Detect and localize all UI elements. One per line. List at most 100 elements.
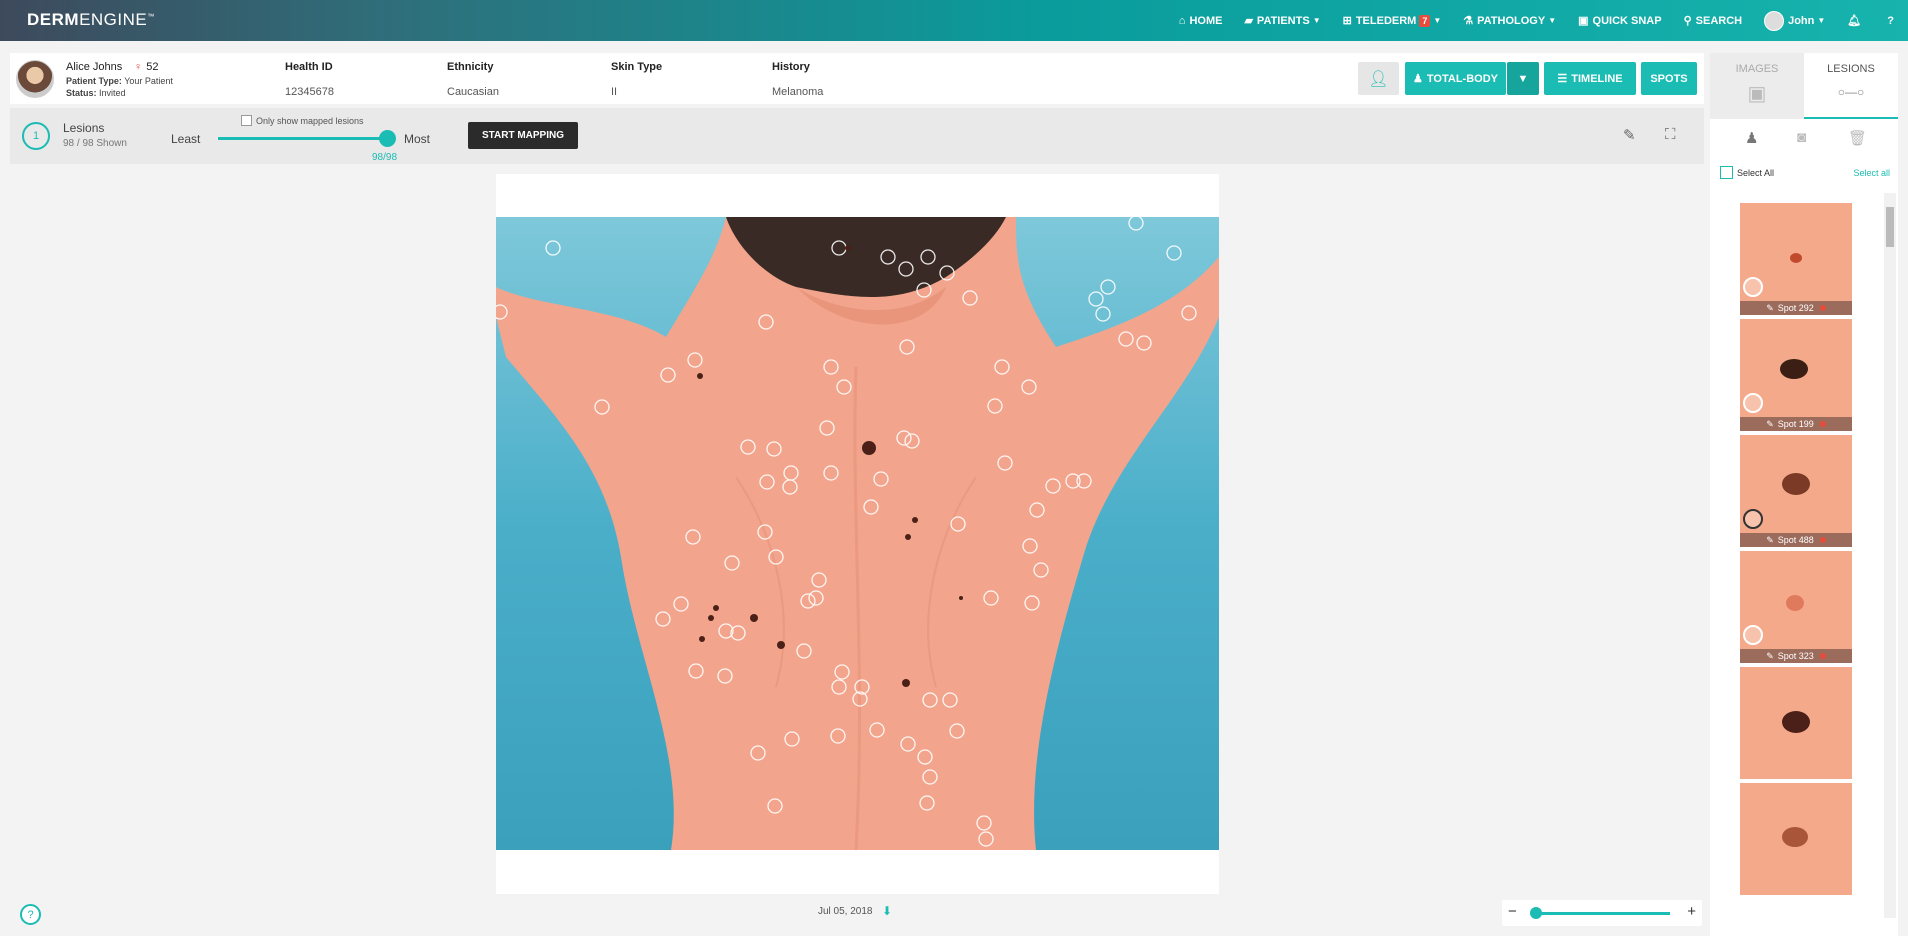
patient-profile-button[interactable]: 👤︎ — [1358, 62, 1399, 95]
lesion-toolbar: 1 Lesions 98 / 98 Shown Only show mapped… — [10, 108, 1704, 164]
app-logo[interactable]: DERMENGINE™ — [27, 10, 155, 30]
body-illustration — [496, 217, 1219, 850]
slider-value: 98/98 — [372, 152, 398, 163]
camera-icon[interactable]: ◙ — [1797, 129, 1806, 146]
top-navbar: DERMENGINE™ ⌂ HOME ▰ PATIENTS ▼ ⊞ TELEDERM 7 ▼… — [0, 0, 1908, 41]
download-icon[interactable]: ⬇ — [882, 904, 892, 918]
bell-icon: 🔔︎ — [1847, 15, 1862, 27]
image-date: Jul 05, 2018 — [818, 906, 873, 917]
chevron-down-icon: ▼ — [1517, 72, 1529, 85]
home-icon: ⌂ — [1178, 14, 1186, 27]
slider-most-label: Most — [404, 132, 431, 146]
body-icon: ♟ — [1413, 73, 1423, 85]
question-icon: ? — [27, 908, 34, 921]
timeline-icon: ☰ — [1557, 73, 1568, 85]
patient-avatar — [16, 60, 54, 98]
total-body-button[interactable]: ♟ TOTAL-BODY — [1405, 62, 1506, 95]
flag-icon — [1819, 305, 1826, 311]
history-value: Melanoma — [772, 86, 824, 98]
select-all-checkbox[interactable]: Select All — [1720, 166, 1774, 179]
telederm-badge: 7 — [1419, 14, 1431, 27]
nav-home[interactable]: ⌂ HOME — [1179, 15, 1223, 27]
right-sidebar: IMAGES ▣ LESIONS ○—○ ♟ ◙ 🗑︎ Select All S… — [1710, 53, 1898, 936]
history-label: History — [772, 61, 810, 73]
body-map-icon[interactable]: ♟ — [1745, 129, 1758, 147]
edit-icon[interactable]: ✎ — [1766, 651, 1774, 662]
mapped-indicator — [1743, 625, 1763, 645]
camera-icon: ▣ — [1578, 15, 1589, 27]
pencil-icon[interactable]: ✎ — [1623, 126, 1636, 144]
patient-status: Status: Invited — [66, 88, 126, 98]
start-mapping-button[interactable]: START MAPPING — [468, 122, 578, 149]
select-all-link[interactable]: Select all — [1853, 168, 1890, 178]
slider-handle[interactable] — [379, 130, 396, 147]
images-icon: ▣ — [1747, 83, 1767, 105]
patients-icon: ▰ — [1244, 15, 1253, 27]
patient-type: Patient Type: Your Patient — [66, 76, 173, 86]
flag-icon — [1819, 537, 1826, 543]
checkbox[interactable] — [1720, 166, 1733, 179]
health-id-label: Health ID — [285, 61, 333, 73]
patient-name: Alice Johns — [66, 61, 123, 73]
lesion-step-indicator: 1 — [22, 122, 50, 150]
lesion-thumbnail[interactable] — [1740, 783, 1852, 895]
nav-patients[interactable]: ▰ PATIENTS ▼ — [1244, 14, 1321, 28]
patient-age: ♀ 52 — [134, 61, 159, 73]
lesion-filter-slider[interactable] — [218, 137, 388, 140]
health-id-value: 12345678 — [285, 86, 334, 98]
nav-pathology[interactable]: ⚗ PATHOLOGY ▼ — [1463, 14, 1557, 28]
microscope-icon: ⚗ — [1463, 15, 1474, 27]
female-icon: ♀ — [134, 61, 143, 73]
scrollbar-thumb[interactable] — [1886, 207, 1894, 247]
patient-info-bar: Alice Johns ♀ 52 Patient Type: Your Patie… — [10, 53, 1704, 104]
ethnicity-value: Caucasian — [447, 86, 499, 98]
lesion-link-icon: ○—○ — [1837, 85, 1865, 99]
chevron-down-icon: ▼ — [1817, 16, 1826, 25]
spots-button[interactable]: SPOTS — [1641, 62, 1697, 95]
user-menu[interactable]: John ▼ — [1764, 10, 1826, 31]
lesion-thumbnail[interactable] — [1740, 667, 1852, 779]
lesion-thumbnail[interactable]: ✎ Spot 199 — [1740, 319, 1852, 431]
back-photo[interactable] — [496, 217, 1219, 850]
zoom-slider[interactable] — [1532, 912, 1670, 915]
body-map-canvas[interactable] — [496, 174, 1219, 894]
tab-images[interactable]: IMAGES ▣ — [1710, 53, 1804, 119]
slider-least-label: Least — [171, 132, 201, 146]
flag-icon — [1819, 421, 1826, 427]
sidebar-scrollbar[interactable] — [1884, 193, 1896, 918]
fullscreen-icon[interactable]: ⛶ — [1665, 126, 1676, 143]
lesions-shown-count: 98 / 98 Shown — [63, 138, 127, 149]
edit-icon[interactable]: ✎ — [1766, 419, 1774, 430]
trash-icon[interactable]: 🗑︎ — [1848, 129, 1867, 147]
chevron-down-icon: ▼ — [1433, 16, 1442, 25]
chevron-down-icon: ▼ — [1548, 16, 1557, 25]
edit-icon[interactable]: ✎ — [1766, 303, 1774, 314]
nav-search[interactable]: ⚲ SEARCH — [1684, 14, 1743, 28]
mapped-indicator — [1743, 277, 1763, 297]
timeline-button[interactable]: ☰ TIMELINE — [1544, 62, 1636, 95]
lesion-thumbnail[interactable]: ✎ Spot 323 — [1740, 551, 1852, 663]
chevron-down-icon: ▼ — [1312, 16, 1321, 25]
zoom-out-button[interactable]: − — [1508, 903, 1517, 920]
flag-icon — [1819, 653, 1826, 659]
only-mapped-checkbox[interactable]: Only show mapped lesions — [241, 115, 364, 126]
tab-lesions[interactable]: LESIONS ○—○ — [1804, 53, 1898, 119]
notifications-button[interactable]: 🔔︎ — [1847, 14, 1865, 27]
skin-type-label: Skin Type — [611, 61, 663, 73]
help-nav-button[interactable]: ? — [1887, 15, 1898, 27]
zoom-handle[interactable] — [1530, 907, 1542, 919]
lesion-thumbnail-list: ✎ Spot 292 ✎ Spot 199 ✎ Spot 488 ✎ Spot 323 — [1740, 203, 1852, 899]
skin-type-value: II — [611, 86, 618, 98]
help-button[interactable]: ? — [20, 904, 41, 925]
nav-quick-snap[interactable]: ▣ QUICK SNAP — [1578, 14, 1661, 28]
mapped-indicator — [1743, 509, 1763, 529]
nav-telederm[interactable]: ⊞ TELEDERM 7 ▼ — [1343, 14, 1442, 27]
edit-icon[interactable]: ✎ — [1766, 535, 1774, 546]
lesion-thumbnail[interactable]: ✎ Spot 292 — [1740, 203, 1852, 315]
person-icon: 👤︎ — [1368, 70, 1389, 88]
zoom-in-button[interactable]: + — [1687, 903, 1696, 920]
avatar — [1764, 10, 1785, 31]
lesion-thumbnail[interactable]: ✎ Spot 488 — [1740, 435, 1852, 547]
total-body-dropdown[interactable]: ▼ — [1507, 62, 1539, 95]
checkbox[interactable] — [241, 115, 252, 126]
